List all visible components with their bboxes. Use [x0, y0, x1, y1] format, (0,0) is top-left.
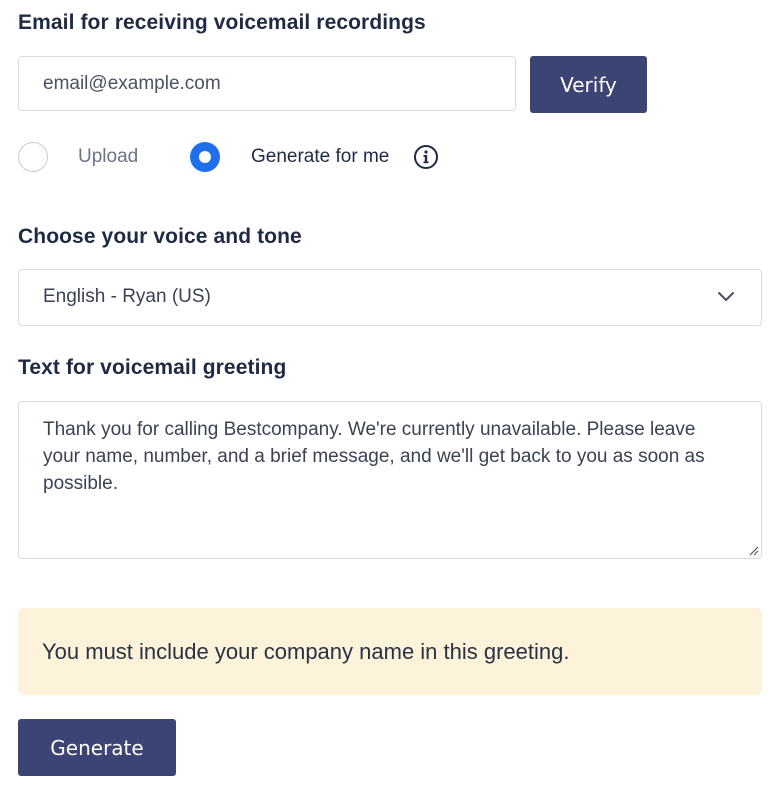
notice-text: You must include your company name in th…: [42, 639, 570, 664]
upload-radio-label[interactable]: Upload: [78, 146, 138, 168]
voice-section-label: Choose your voice and tone: [18, 225, 302, 248]
email-section-label: Email for receiving voicemail recordings: [18, 11, 426, 34]
generate-radio-label[interactable]: Generate for me: [251, 146, 389, 168]
greeting-source-options: Upload Generate for me: [18, 140, 518, 174]
upload-radio[interactable]: [18, 142, 48, 172]
voice-select-value: English - Ryan (US): [43, 286, 211, 307]
generate-button[interactable]: Generate: [18, 719, 176, 776]
voice-select[interactable]: English - Ryan (US): [18, 269, 762, 326]
info-icon[interactable]: [413, 144, 439, 170]
greeting-textarea[interactable]: Thank you for calling Bestcompany. We're…: [18, 401, 762, 559]
company-name-notice: You must include your company name in th…: [18, 608, 762, 695]
email-input[interactable]: [18, 56, 516, 111]
greeting-text[interactable]: Thank you for calling Bestcompany. We're…: [43, 416, 733, 497]
chevron-down-icon: [718, 292, 734, 301]
verify-button[interactable]: Verify: [530, 56, 647, 113]
resize-handle-icon[interactable]: [747, 544, 759, 556]
voicemail-setup-form: Email for receiving voicemail recordings…: [0, 0, 777, 788]
greeting-section-label: Text for voicemail greeting: [18, 356, 287, 379]
generate-radio[interactable]: [190, 142, 220, 172]
